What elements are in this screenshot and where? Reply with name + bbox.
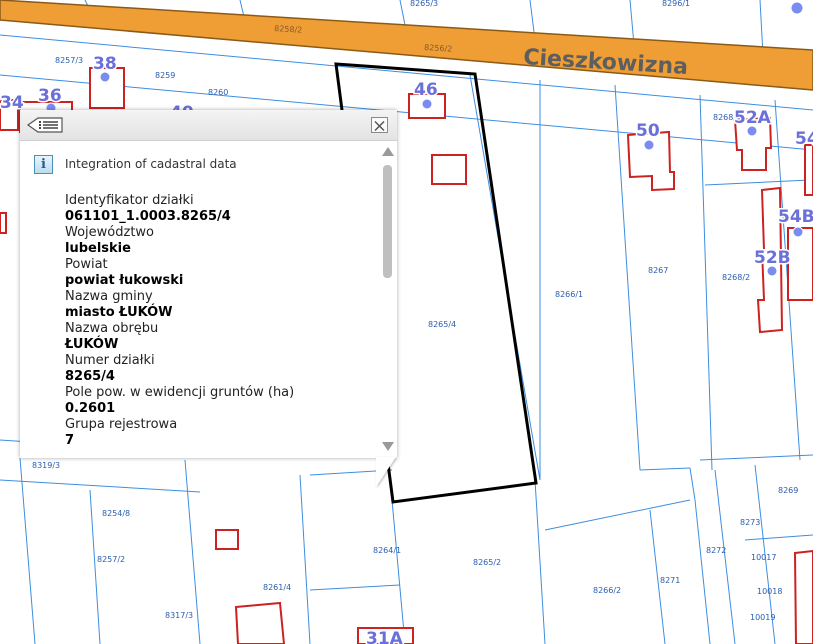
popup-pointer <box>376 457 396 487</box>
house-number-38: 38 <box>93 54 117 74</box>
parcel-label-8317-3: 8265/3 <box>410 0 438 8</box>
building[interactable] <box>0 212 7 234</box>
parcel-label-8260: 8260 <box>208 88 228 97</box>
feature-info-popup[interactable]: i Integration of cadastral data Identyfi… <box>20 110 397 458</box>
parcel-label-8259: 8259 <box>155 71 175 80</box>
building[interactable] <box>234 601 286 644</box>
field-value-obreb: ŁUKÓW <box>65 337 119 352</box>
parcel-label-8265-2: 8265/2 <box>473 558 501 567</box>
parcel-line <box>0 479 201 493</box>
parcel-line <box>19 457 36 644</box>
field-value-powiat: powiat łukowski <box>65 273 184 288</box>
field-value-gmina: miasto ŁUKÓW <box>65 305 173 320</box>
parcel-label-8258-2: 8319/3 <box>32 461 60 470</box>
parcel-label-10019: 10019 <box>750 613 775 622</box>
info-icon: i <box>34 155 53 174</box>
parcel-label-8257-3: 8257/3 <box>55 56 83 65</box>
parcel-label-8254-8: 8254/8 <box>102 509 130 518</box>
parcel-line <box>694 499 711 644</box>
field-value-numer-dzialki: 8265/4 <box>65 369 115 384</box>
field-value-wojewodztwo: lubelskie <box>65 241 131 256</box>
address-dot[interactable] <box>421 98 433 110</box>
parcel-line <box>639 467 691 471</box>
building[interactable] <box>804 144 813 196</box>
field-label-numer-dzialki: Numer działki <box>65 353 155 368</box>
parcel-label-8265-4: 8265/4 <box>428 320 456 329</box>
parcel-line <box>544 499 691 531</box>
arrow-down-icon[interactable] <box>382 442 394 451</box>
popup-content: i Integration of cadastral data Identyfi… <box>20 141 380 458</box>
parcel-label-8265-3: 8256/2 <box>424 43 453 54</box>
parcel-line <box>299 474 311 644</box>
parcel-label-8256-2: 8317/3 <box>165 611 193 620</box>
field-value-pole-pow: 0.2601 <box>65 401 116 416</box>
close-icon <box>374 120 385 132</box>
field-label-obreb: Nazwa obrębu <box>65 321 159 336</box>
house-number-31a: 31A <box>366 629 404 644</box>
field-label-pole-pow: Pole pow. w ewidencji gruntów (ha) <box>65 385 295 400</box>
building[interactable] <box>787 227 813 301</box>
attribute-list: Identyfikator działki 061101_1.0003.8265… <box>65 193 375 449</box>
building[interactable] <box>215 529 239 550</box>
parcel-line <box>699 94 713 471</box>
house-number-36: 36 <box>38 86 62 106</box>
field-label-gmina: Nazwa gminy <box>65 289 153 304</box>
house-number-52b: 52B <box>754 248 791 268</box>
parcel-label-8257-2: 8257/2 <box>97 555 125 564</box>
parcel-line <box>744 534 813 541</box>
parcel-line <box>309 584 401 591</box>
parcel-line <box>534 479 546 644</box>
house-number-52a: 52A <box>734 108 772 128</box>
parcel-label-8296-1: 8258/2 <box>274 24 303 35</box>
parcel-label-10018: 10018 <box>757 587 782 596</box>
address-dot[interactable] <box>792 226 804 238</box>
field-value-grupa-rejestrowa: 7 <box>65 433 75 448</box>
back-to-list-button[interactable] <box>26 116 64 134</box>
parcel-line <box>391 499 406 644</box>
parcel-line <box>704 179 811 186</box>
house-number-54: 54 <box>795 129 813 149</box>
building[interactable] <box>793 549 813 644</box>
parcel-line <box>689 467 696 501</box>
parcel-label-8319-3: 8296/1 <box>662 0 690 8</box>
arrow-up-icon[interactable] <box>382 147 394 156</box>
parcel-label-8264-1: 8264/1 <box>373 546 401 555</box>
scroll-thumb[interactable] <box>383 165 392 278</box>
popup-title: Integration of cadastral data <box>65 157 237 171</box>
building[interactable] <box>431 154 467 185</box>
parcel-line <box>89 489 101 644</box>
list-back-icon <box>26 117 63 133</box>
address-dot[interactable] <box>790 1 804 15</box>
parcel-label-8272: 8272 <box>706 546 726 555</box>
field-label-powiat: Powiat <box>65 257 108 272</box>
house-number-50: 50 <box>636 121 660 141</box>
close-button[interactable] <box>371 117 388 133</box>
parcel-label-8273: 8273 <box>740 518 760 527</box>
popup-header <box>20 110 397 141</box>
popup-scrollbar[interactable] <box>380 141 397 458</box>
parcel-label-8266-1: 8266/1 <box>555 290 583 299</box>
parcel-label-8269: 8269 <box>778 486 798 495</box>
parcel-label-8261-4: 8261/4 <box>263 583 291 592</box>
house-number-46: 46 <box>414 80 438 100</box>
parcel-label-8266-2: 8266/2 <box>593 586 621 595</box>
address-dot[interactable] <box>643 139 655 151</box>
parcel-label-8268-2: 8268/2 <box>722 273 750 282</box>
parcel-label-8267: 8267 <box>648 266 668 275</box>
field-label-identyfikator: Identyfikator działki <box>65 193 194 208</box>
field-value-identyfikator: 061101_1.0003.8265/4 <box>65 209 231 224</box>
house-number-54b: 54B <box>778 207 813 227</box>
field-label-wojewodztwo: Województwo <box>65 225 155 240</box>
parcel-line <box>699 454 813 461</box>
field-label-grupa-rejestrowa: Grupa rejestrowa <box>65 417 178 432</box>
parcel-label-8271: 8271 <box>660 576 680 585</box>
parcel-line <box>714 469 736 644</box>
parcel-label-10017: 10017 <box>751 553 776 562</box>
